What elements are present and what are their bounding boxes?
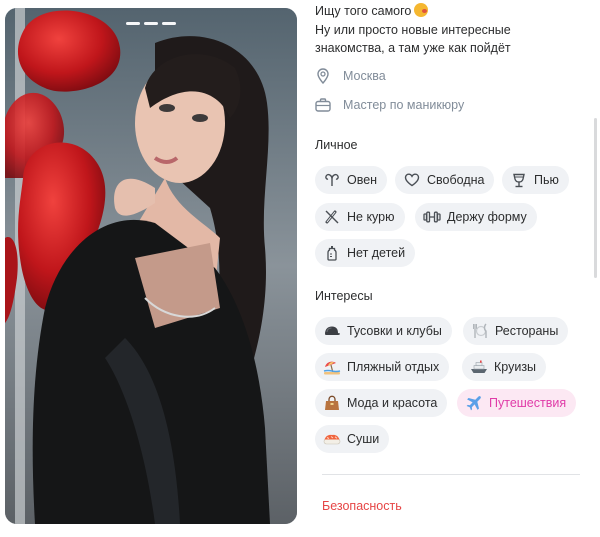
bio-line-2: Ну или просто новые интересные	[315, 22, 511, 37]
chip-label: Путешествия	[489, 396, 567, 410]
dumbbell-icon	[423, 209, 441, 225]
chip-label: Пью	[534, 173, 559, 187]
beach-icon	[323, 359, 341, 375]
scrollbar[interactable]	[594, 118, 597, 278]
chip-zodiac: Овен	[315, 166, 388, 194]
interests-section-title: Интересы	[315, 289, 373, 303]
chip-interest-restaurants: Рестораны	[463, 317, 569, 345]
cap-icon	[323, 323, 341, 339]
airplane-icon	[465, 395, 483, 411]
cutlery-icon	[471, 323, 489, 339]
chip-children: Нет детей	[315, 239, 416, 267]
chip-label: Мода и красота	[347, 396, 438, 410]
chip-label: Держу форму	[447, 210, 527, 224]
chip-label: Тусовки и клубы	[347, 324, 442, 338]
job-row: Мастер по маникюру	[315, 97, 464, 113]
chip-interest-clubs: Тусовки и клубы	[315, 317, 452, 345]
gallery-indicator	[126, 22, 176, 25]
chip-relationship: Свободна	[395, 166, 495, 194]
chip-label: Не курю	[347, 210, 395, 224]
job-label: Мастер по маникюру	[343, 98, 465, 112]
aries-icon	[323, 172, 341, 188]
chip-label: Овен	[347, 173, 378, 187]
chip-interest-fashion: Мода и красота	[315, 389, 448, 417]
baby-bottle-icon	[323, 245, 341, 261]
bio-line-1: Ищу того самого	[315, 4, 412, 18]
sushi-icon	[323, 431, 341, 447]
kiss-emoji-icon	[414, 3, 429, 17]
chip-label: Свободна	[427, 173, 485, 187]
profile-photo[interactable]	[5, 8, 297, 524]
chip-label: Пляжный отдых	[347, 360, 440, 374]
divider	[322, 474, 580, 475]
chip-label: Рестораны	[495, 324, 559, 338]
heart-icon	[403, 172, 421, 188]
chip-label: Круизы	[494, 360, 537, 374]
gallery-dot[interactable]	[162, 22, 176, 25]
chip-label: Суши	[347, 432, 380, 446]
chip-interest-sushi: Суши	[315, 425, 390, 453]
bio-text: Ищу того самого Ну или просто новые инте…	[315, 2, 595, 58]
city-row: Москва	[315, 68, 386, 84]
wine-glass-icon	[510, 172, 528, 188]
handbag-icon	[323, 395, 341, 411]
city-label: Москва	[343, 69, 386, 83]
chip-interest-beach: Пляжный отдых	[315, 353, 450, 381]
personal-section-title: Личное	[315, 138, 358, 152]
profile-photo-image	[5, 8, 297, 524]
chip-smoking: Не курю	[315, 203, 405, 231]
safety-link[interactable]: Безопасность	[322, 499, 402, 513]
chip-label: Нет детей	[347, 246, 406, 260]
chip-alcohol: Пью	[502, 166, 569, 194]
ship-icon	[470, 359, 488, 375]
gallery-dot[interactable]	[126, 22, 140, 25]
no-smoking-icon	[323, 209, 341, 225]
gallery-dot[interactable]	[144, 22, 158, 25]
chip-interest-cruises: Круизы	[462, 353, 547, 381]
location-pin-icon	[315, 68, 331, 84]
chip-interest-travel: Путешествия	[457, 389, 577, 417]
chip-fitness: Держу форму	[415, 203, 537, 231]
briefcase-icon	[315, 97, 331, 113]
bio-line-3: знакомства, а там уже как пойдёт	[315, 41, 511, 55]
